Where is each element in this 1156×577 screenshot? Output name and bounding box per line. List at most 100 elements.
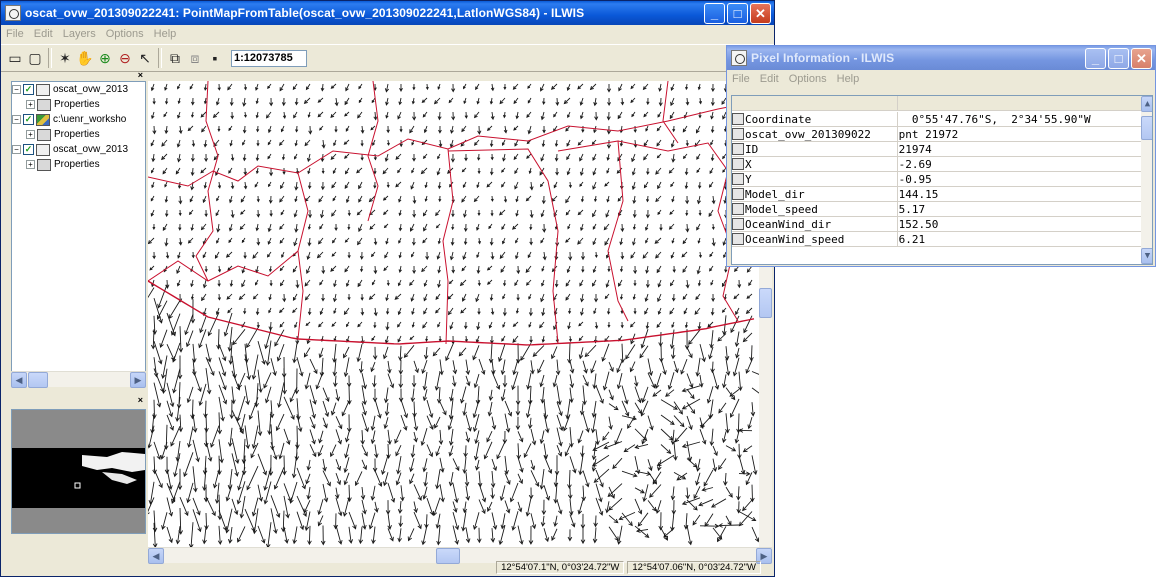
collapse-icon[interactable]: −	[12, 85, 21, 94]
scroll-down-icon[interactable]: ▼	[1141, 248, 1152, 264]
wind-arrow	[669, 307, 675, 315]
wind-arrow	[306, 265, 311, 274]
table-row[interactable]: Coordinate 0°55'47.76"S, 2°34'55.90"W	[732, 112, 1152, 127]
scale-box[interactable]: 1:12073785	[231, 49, 307, 67]
layer-item[interactable]: + Properties	[12, 127, 145, 142]
maximize-button[interactable]: □	[1108, 47, 1129, 69]
table-row[interactable]: X -2.69	[732, 157, 1152, 172]
pixel-info-window: Pixel Information - ILWIS _ □ ✕ File Edi…	[726, 45, 1156, 267]
menu-file[interactable]: File	[1, 28, 29, 40]
table-row[interactable]: ID 21974	[732, 142, 1152, 157]
wind-arrow	[346, 321, 350, 328]
menu-file[interactable]: File	[727, 73, 755, 85]
collapse-icon[interactable]: −	[12, 145, 21, 154]
wind-arrow	[608, 361, 614, 373]
checkbox-icon[interactable]: ✓	[23, 144, 34, 155]
layer-item[interactable]: − ✓ oscat_ovw_2013	[12, 82, 145, 97]
tree-hscrollbar[interactable]: ◀ ▶	[11, 371, 146, 388]
close-button[interactable]: ✕	[750, 2, 771, 24]
wind-arrow	[283, 428, 291, 446]
scroll-up-icon[interactable]: ▲	[1141, 96, 1152, 112]
select-arrow-icon[interactable]: ↖	[135, 48, 155, 68]
overview-close-icon[interactable]: ×	[138, 395, 143, 405]
checkbox-icon[interactable]: ✓	[23, 114, 34, 125]
menu-edit[interactable]: Edit	[755, 73, 784, 85]
pixel-vscrollbar[interactable]: ▲ ▼	[1141, 96, 1152, 264]
normal-view-icon[interactable]: ▢	[25, 48, 45, 68]
map-window-titlebar[interactable]: oscat_ovw_201309022241: PointMapFromTabl…	[1, 1, 774, 25]
layer-item[interactable]: − ✓ c:\uenr_worksho	[12, 112, 145, 127]
table-row[interactable]: OceanWind_speed 6.21	[732, 232, 1152, 247]
pixel-vscroll-thumb[interactable]	[1141, 116, 1152, 140]
table-row[interactable]: Model_dir 144.15	[732, 187, 1152, 202]
layer-item[interactable]: + Properties	[12, 97, 145, 112]
menu-options[interactable]: Options	[784, 73, 832, 85]
country-border	[297, 172, 309, 340]
remove-layer-icon[interactable]: ⧈	[185, 48, 205, 68]
wind-arrow	[190, 153, 195, 162]
menu-options[interactable]: Options	[101, 28, 149, 40]
wind-arrow	[656, 125, 662, 132]
wind-arrow	[645, 265, 649, 274]
menu-help[interactable]: Help	[832, 73, 865, 85]
wind-arrow	[711, 293, 715, 302]
table-row[interactable]: oscat_ovw_201309022 pnt 21972	[732, 127, 1152, 142]
scroll-thumb[interactable]	[28, 372, 48, 388]
minimize-button[interactable]: _	[1085, 47, 1106, 69]
menu-help[interactable]: Help	[149, 28, 182, 40]
scroll-left-icon[interactable]: ◀	[11, 372, 27, 388]
layer-item[interactable]: − ✓ oscat_ovw_2013	[12, 142, 145, 157]
wind-arrow	[685, 97, 690, 106]
zoom-out-icon[interactable]: ⊖	[115, 48, 135, 68]
close-button[interactable]: ✕	[1131, 47, 1152, 69]
map-canvas[interactable]	[148, 81, 759, 547]
map-vscroll-thumb[interactable]	[759, 288, 772, 318]
wind-arrow	[255, 97, 259, 105]
table-row[interactable]: OceanWind_dir 152.50	[732, 217, 1152, 232]
wind-arrow	[451, 265, 456, 274]
wind-arrow	[437, 83, 441, 90]
pan-hand-icon[interactable]: ✋	[75, 48, 95, 68]
wind-arrow	[177, 153, 182, 163]
table-row[interactable]: Model_speed 5.17	[732, 202, 1152, 217]
minimize-button[interactable]: _	[704, 2, 725, 24]
menu-layers[interactable]: Layers	[58, 28, 101, 40]
tree-close-icon[interactable]: ×	[138, 70, 143, 80]
layer-item[interactable]: + Properties	[12, 157, 145, 172]
scroll-right-icon[interactable]: ▶	[130, 372, 146, 388]
wind-arrow	[269, 97, 274, 107]
wind-arrow	[176, 265, 181, 274]
wind-arrow	[387, 528, 394, 542]
wind-arrow	[296, 357, 304, 377]
wind-arrow	[623, 444, 636, 453]
wind-arrow	[190, 111, 194, 118]
wind-arrow	[412, 195, 417, 205]
add-layer-icon[interactable]: ⧉	[165, 48, 185, 68]
wind-arrow	[528, 307, 533, 317]
wind-arrow	[178, 209, 182, 217]
pointer-star-icon[interactable]: ✶	[55, 48, 75, 68]
wind-arrow	[409, 335, 415, 341]
menu-edit[interactable]: Edit	[29, 28, 58, 40]
entire-map-icon[interactable]: ▭	[5, 48, 25, 68]
wind-arrow	[347, 484, 352, 503]
wind-arrow	[528, 487, 534, 500]
zoom-in-icon[interactable]: ⊕	[95, 48, 115, 68]
wind-arrow	[616, 167, 623, 174]
wind-arrow	[357, 111, 363, 119]
wind-arrow	[672, 265, 676, 273]
table-row[interactable]: Y -0.95	[732, 172, 1152, 187]
expand-icon[interactable]: +	[26, 130, 35, 139]
wind-arrow	[477, 279, 481, 287]
pixel-info-titlebar[interactable]: Pixel Information - ILWIS _ □ ✕	[727, 46, 1155, 70]
wind-arrow	[685, 83, 689, 91]
wind-arrow	[633, 375, 639, 387]
expand-icon[interactable]: +	[26, 160, 35, 169]
expand-icon[interactable]: +	[26, 100, 35, 109]
checkbox-icon[interactable]: ✓	[23, 84, 34, 95]
save-icon[interactable]: ▪	[205, 48, 225, 68]
maximize-button[interactable]: □	[727, 2, 748, 24]
collapse-icon[interactable]: −	[12, 115, 21, 124]
overview-map[interactable]	[11, 409, 146, 534]
wind-arrow	[607, 97, 611, 107]
